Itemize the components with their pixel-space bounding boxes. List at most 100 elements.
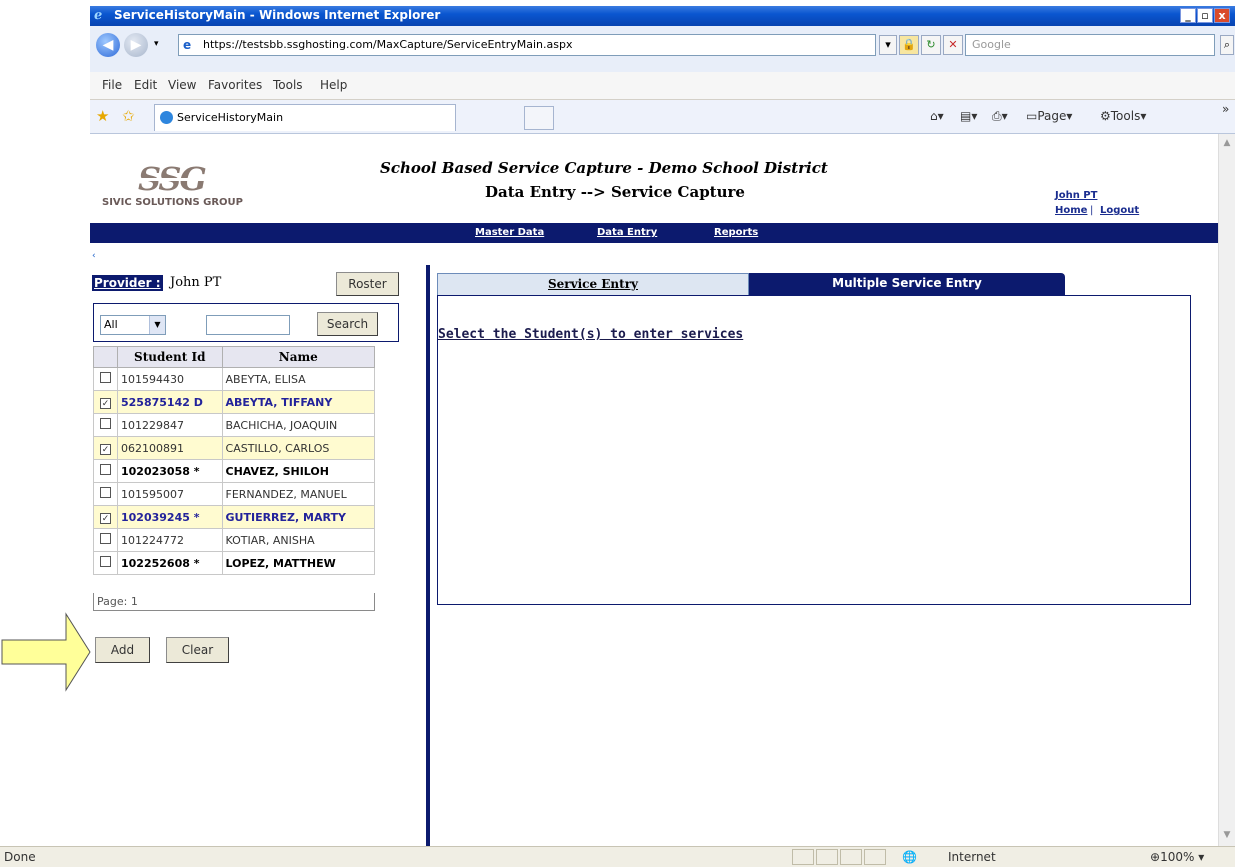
tools-menu-label: Tools [1110,109,1141,123]
favorites-star-icon[interactable]: ★ [96,107,109,125]
tools-menu[interactable]: ⚙Tools▾ [1100,109,1146,123]
lock-icon[interactable]: 🔒 [899,35,919,55]
zoom-level[interactable]: ⊕100% ▾ [1150,850,1204,864]
row-checkbox[interactable] [100,556,111,567]
nav-master-data[interactable]: Master Data [475,227,544,238]
menu-help[interactable]: Help [320,78,347,92]
menu-tools[interactable]: Tools [273,78,303,92]
row-checkbox[interactable]: ✓ [100,443,111,455]
row-checkbox[interactable] [100,372,111,383]
row-checkbox[interactable]: ✓ [100,397,111,409]
table-row: 101594430 ABEYTA, ELISA [93,367,376,391]
clear-button[interactable]: Clear [166,637,229,663]
student-name-cell: ABEYTA, TIFFANY [221,390,376,414]
table-row: 102252608 * LOPEZ, MATTHEW [93,551,376,575]
tab-service-entry[interactable]: Service Entry [437,273,749,295]
globe-icon: 🌐 [902,850,917,864]
student-id-cell: 101229847 [117,413,223,437]
status-text: Done [4,850,36,864]
search-field[interactable]: Google [965,34,1215,56]
add-favorite-icon[interactable]: ✩ [122,107,135,125]
status-segment [840,849,862,865]
student-table: Student Id Name 101594430 ABEYTA, ELISA ✓… [93,346,376,575]
row-checkbox[interactable] [100,464,111,475]
tab-bar: ★ ✩ ServiceHistoryMain ⌂▾ ▤▾ ⎙▾ ▭Page▾ ⚙… [90,100,1235,134]
history-dropdown-icon[interactable]: ▾ [154,39,159,49]
chevron-down-icon[interactable]: ▼ [149,316,165,334]
table-row: 102023058 * CHAVEZ, SHILOH [93,459,376,483]
student-search-input[interactable] [206,315,290,335]
entry-tabs: Service Entry Multiple Service Entry [437,273,1117,295]
feeds-icon[interactable]: ▤▾ [960,109,977,123]
window-title-bar[interactable]: ℯ ServiceHistoryMain - Windows Internet … [90,6,1235,26]
student-name-cell: BACHICHA, JOAQUIN [221,413,376,437]
search-button[interactable]: Search [317,312,378,336]
student-id-header: Student Id [117,346,223,368]
refresh-icon[interactable]: ↻ [921,35,941,55]
student-id-cell: 062100891 [117,436,223,460]
student-id-cell: 525875142 D [117,390,223,414]
address-dropdown-icon[interactable]: ▾ [879,35,897,55]
name-header: Name [221,346,376,368]
nav-reports[interactable]: Reports [714,227,758,238]
scroll-down-icon[interactable]: ▼ [1221,830,1233,840]
student-name-cell: CASTILLO, CARLOS [221,436,376,460]
address-toolbar: ◀ ▶ ▾ e https://testsbb.ssghosting.com/M… [90,26,1235,72]
address-field[interactable]: e https://testsbb.ssghosting.com/MaxCapt… [178,34,876,56]
screen: ℯ ServiceHistoryMain - Windows Internet … [0,0,1235,867]
logout-link[interactable]: Logout [1100,205,1139,216]
link-separator: | [1090,205,1094,216]
table-row: 101229847 BACHICHA, JOAQUIN [93,413,376,437]
status-segment [792,849,814,865]
new-tab-button[interactable] [524,106,554,130]
scroll-up-icon[interactable]: ▲ [1221,138,1233,148]
menu-file[interactable]: File [102,78,122,92]
status-segment [816,849,838,865]
window-title: ServiceHistoryMain - Windows Internet Ex… [114,8,441,22]
page-menu[interactable]: ▭Page▾ [1026,109,1072,123]
row-checkbox[interactable]: ✓ [100,512,111,524]
table-row: ✓ 525875142 D ABEYTA, TIFFANY [93,390,376,414]
print-icon[interactable]: ⎙▾ [992,109,1008,124]
home-icon[interactable]: ⌂▾ [930,109,944,123]
vertical-scrollbar[interactable]: ▲ ▼ [1218,134,1235,846]
search-placeholder: Google [972,38,1011,51]
add-button[interactable]: Add [95,637,150,663]
page-title: School Based Service Capture - Demo Scho… [380,159,828,177]
close-window-button[interactable]: x [1214,8,1230,23]
browser-tab-title: ServiceHistoryMain [177,111,284,124]
student-name-cell: CHAVEZ, SHILOH [221,459,376,483]
student-name-cell: GUTIERREZ, MARTY [221,505,376,529]
row-checkbox[interactable] [100,533,111,544]
maximize-button[interactable]: ▫ [1197,8,1213,23]
panel-divider [426,265,430,846]
stop-icon[interactable]: ✕ [943,35,963,55]
tab-ie-icon [160,111,173,124]
search-go-icon[interactable]: ⌕ [1220,35,1234,55]
provider-label: Provider : [92,275,163,291]
menu-view[interactable]: View [168,78,196,92]
row-checkbox[interactable] [100,418,111,429]
logo-subtitle: SIVIC SOLUTIONS GROUP [102,197,243,208]
minimize-button[interactable]: _ [1180,8,1196,23]
back-button[interactable]: ◀ [96,33,120,57]
tab-multiple-service-entry[interactable]: Multiple Service Entry [749,273,1065,295]
student-id-cell: 101595007 [117,482,223,506]
user-link[interactable]: John PT [1055,190,1097,201]
menu-favorites[interactable]: Favorites [208,78,262,92]
roster-button[interactable]: Roster [336,272,399,296]
ie-logo-icon: ℯ [94,8,103,23]
home-link[interactable]: Home [1055,205,1087,216]
forward-button[interactable]: ▶ [124,33,148,57]
student-id-cell: 102023058 * [117,459,223,483]
status-segment [864,849,886,865]
collapse-panel-icon[interactable]: ‹ [92,251,96,261]
table-row: ✓ 062100891 CASTILLO, CARLOS [93,436,376,460]
zoom-level-value: 100% [1160,850,1195,864]
row-checkbox[interactable] [100,487,111,498]
toolbar-overflow-icon[interactable]: » [1222,102,1229,116]
menu-edit[interactable]: Edit [134,78,157,92]
browser-tab-active[interactable]: ServiceHistoryMain [154,104,456,131]
filter-select[interactable]: All ▼ [100,315,166,335]
nav-data-entry[interactable]: Data Entry [597,227,657,238]
